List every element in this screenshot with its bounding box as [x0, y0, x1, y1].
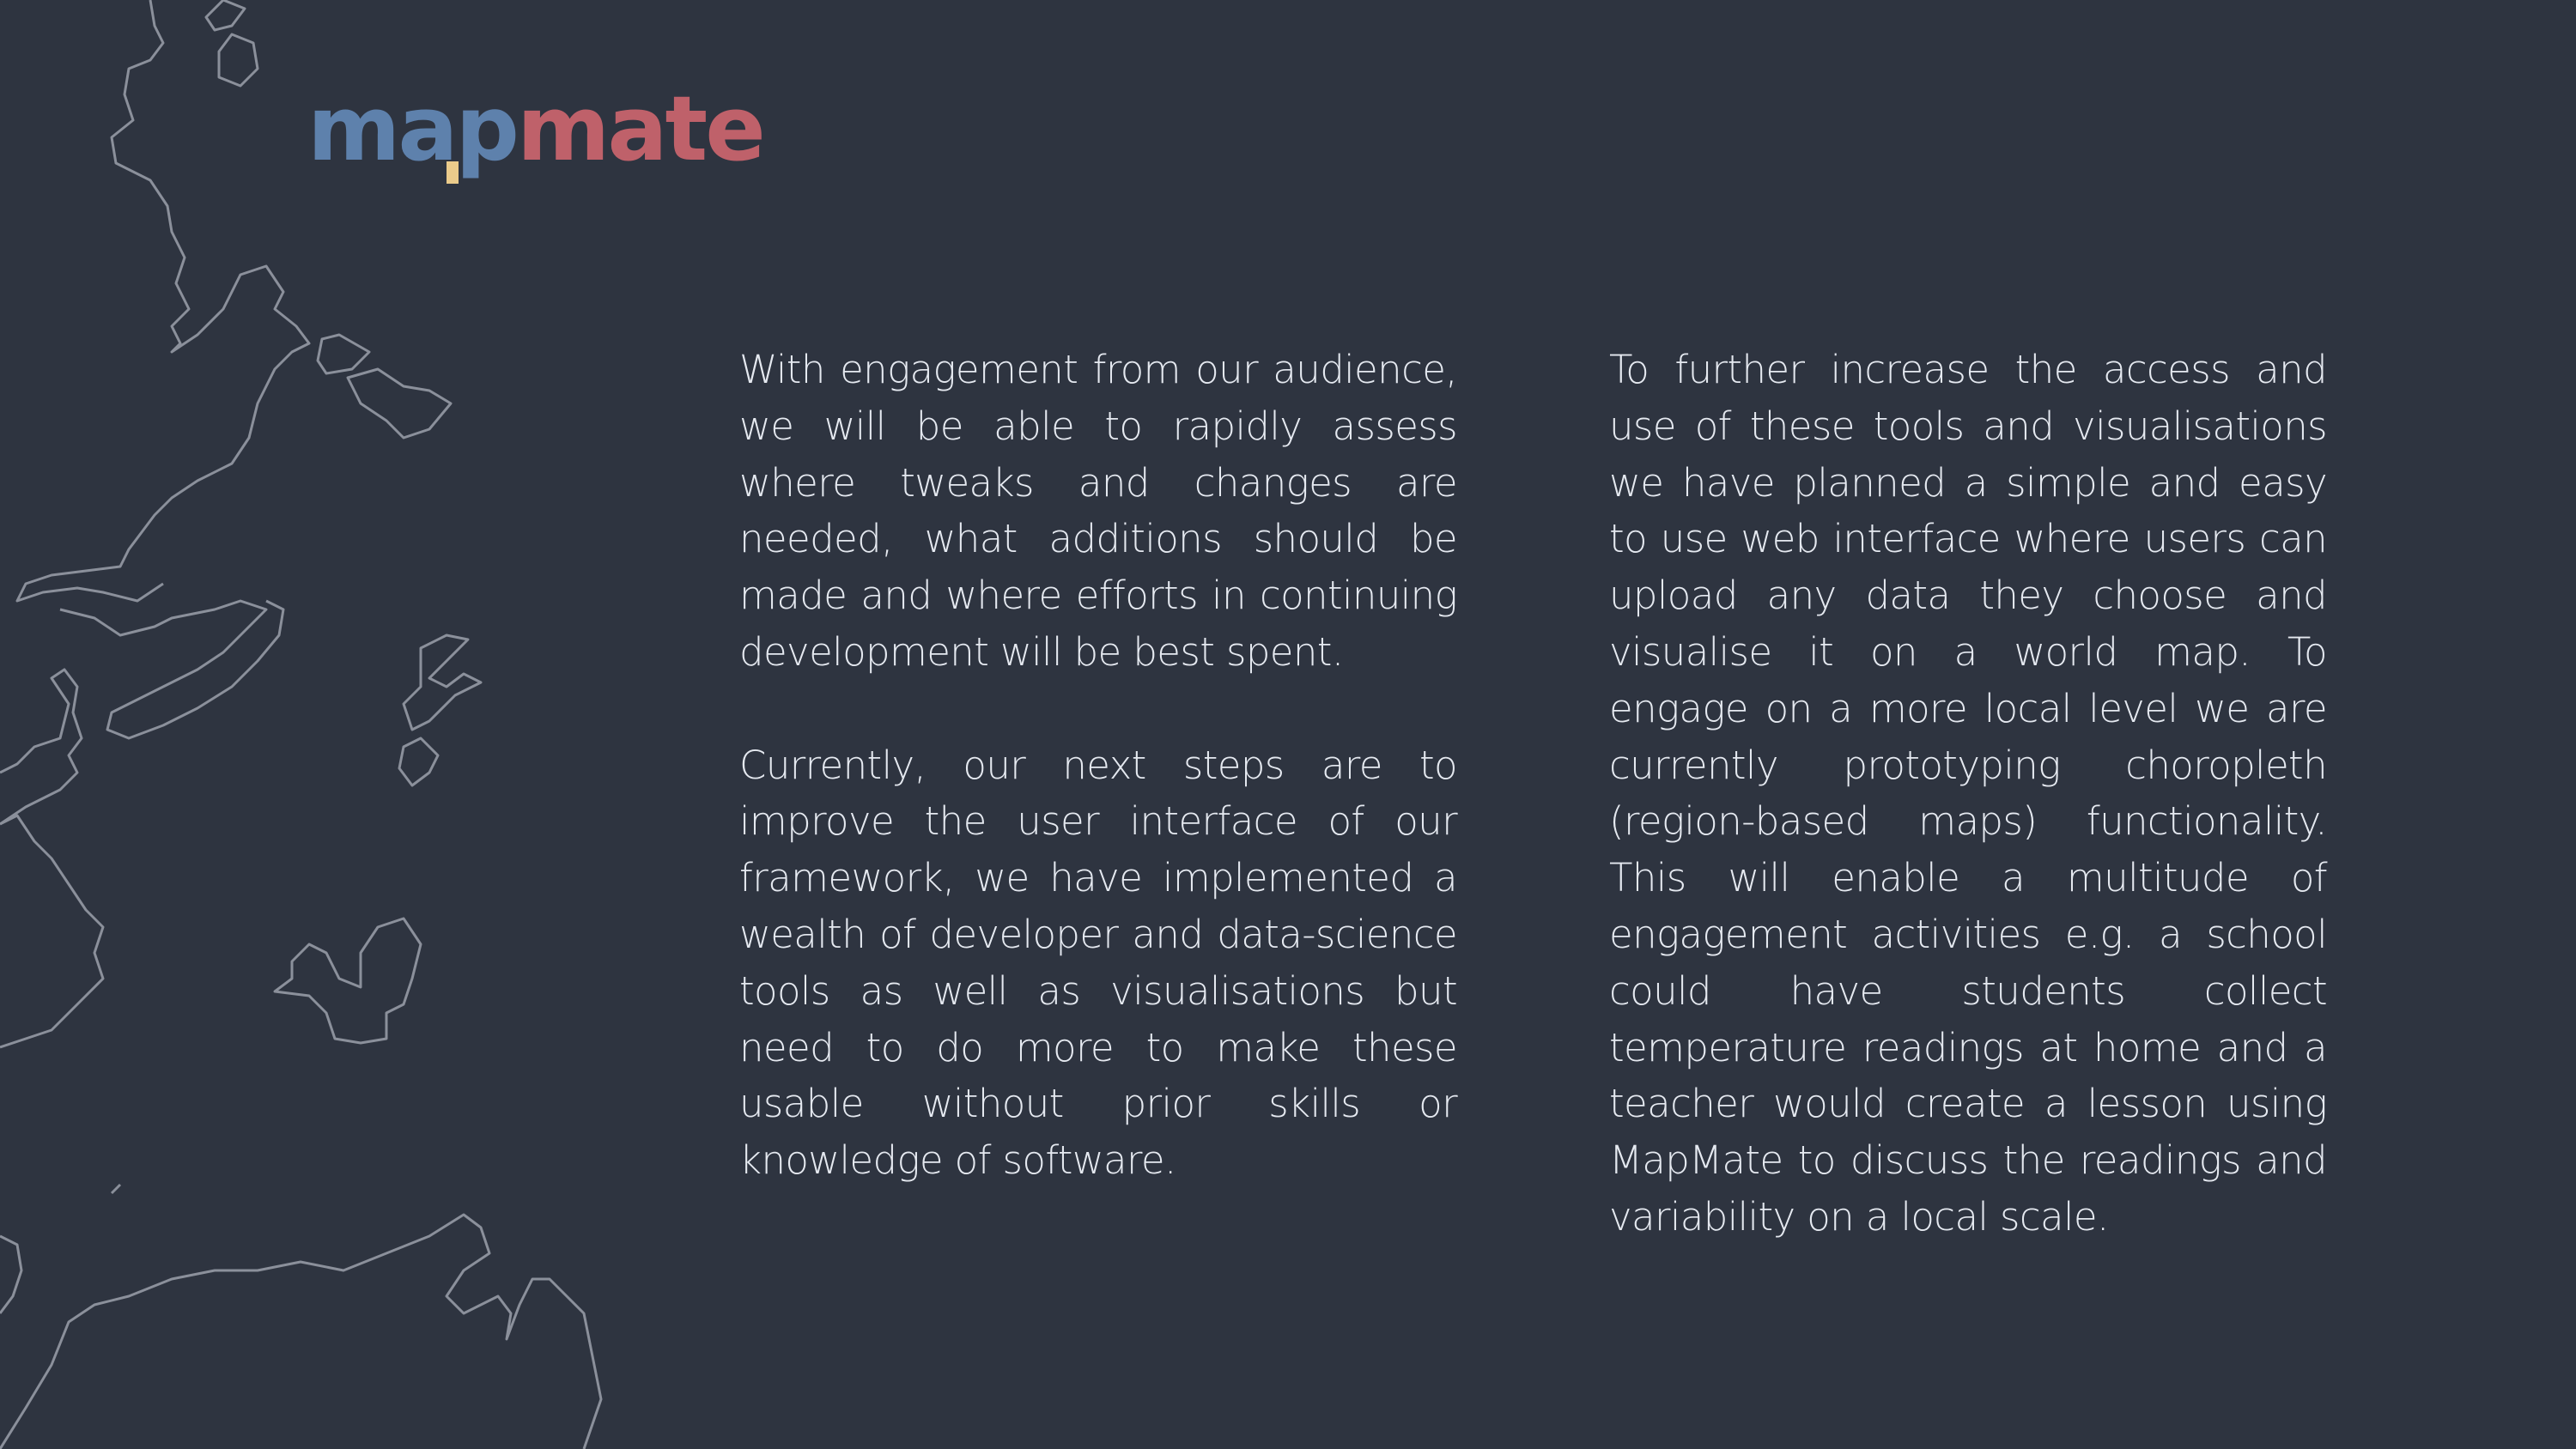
text-column-left: With engagement from our audience, we wi…: [739, 342, 1458, 1246]
island-1: [204, 0, 246, 32]
logo-pin-accent: [447, 161, 459, 184]
coastline-bay: [59, 599, 285, 740]
coastline-south-2: [0, 1213, 603, 1449]
island-6: [398, 737, 440, 787]
logo-mate-text: mate: [517, 76, 766, 181]
island-7: [273, 917, 422, 1045]
text-column-right: To further increase the access and use o…: [1609, 342, 2328, 1302]
coastline-south: [0, 1234, 23, 1314]
mapmate-logo: mapmate: [307, 84, 766, 184]
coastline-southwest: [0, 814, 105, 1049]
island-5: [402, 634, 483, 731]
island-3: [316, 333, 371, 375]
paragraph: With engagement from our audience, we wi…: [739, 347, 1458, 675]
island-8: [110, 1183, 122, 1195]
paragraph: To further increase the access and use o…: [1609, 347, 2328, 1240]
paragraph: Currently, our next steps are to improve…: [739, 742, 1458, 1184]
logo-map-text: map: [307, 76, 519, 181]
island-2: [217, 33, 259, 88]
world-map-outline-decoration: [0, 0, 603, 1449]
coastline-north: [15, 0, 311, 603]
island-4: [346, 367, 453, 440]
coastline-west: [0, 668, 83, 826]
